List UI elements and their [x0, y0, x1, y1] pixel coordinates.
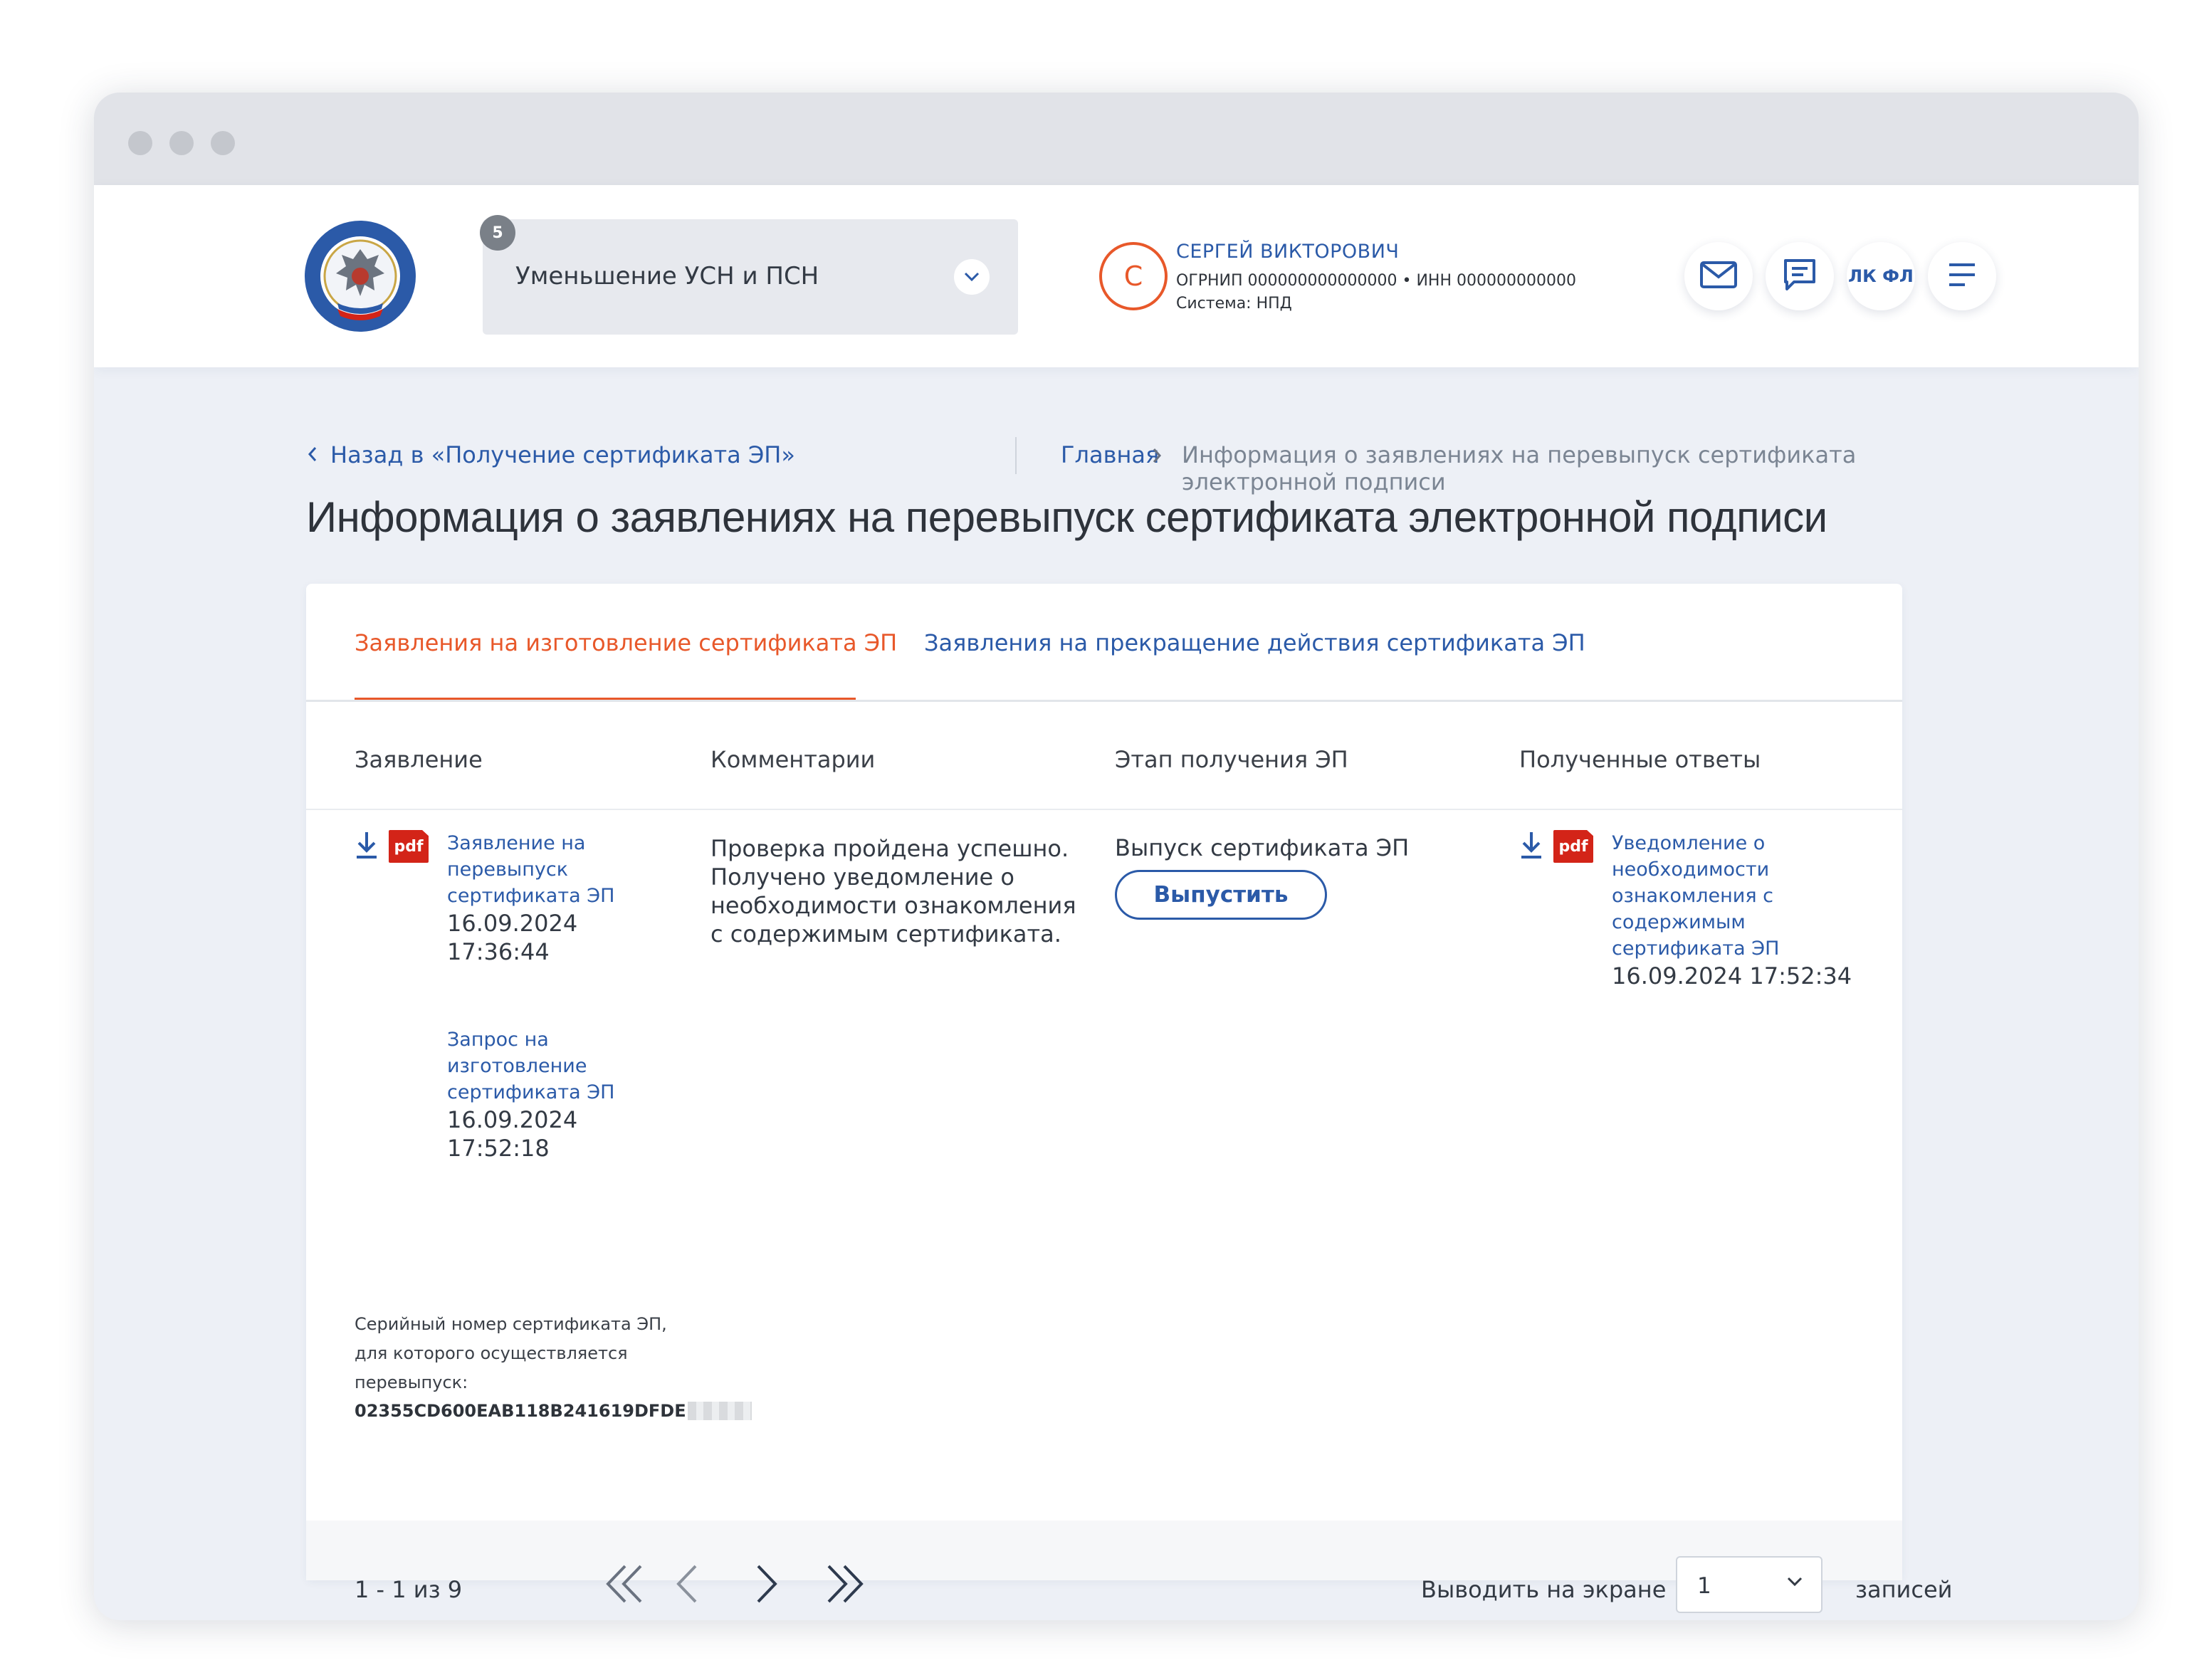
- breadcrumb-divider: [1015, 437, 1017, 474]
- pdf-icon[interactable]: pdf: [389, 830, 429, 863]
- chevron-down-icon: [1787, 1576, 1803, 1590]
- application-document-link[interactable]: Заявление на перевыпуск сертификата ЭП: [447, 830, 618, 909]
- pager-range: 1 - 1 из 9: [355, 1576, 463, 1603]
- response-document-datetime: 16.09.2024 17:52:34: [1612, 962, 1852, 989]
- user-ogrn-inn: ОГРНИП 000000000000000 • ИНН 00000000000…: [1176, 272, 1576, 290]
- redacted-mask: [687, 1402, 752, 1420]
- request-document-info: Запрос на изготовление сертификата ЭП 16…: [447, 1027, 618, 1162]
- table-header-divider: [306, 809, 1902, 810]
- chevron-right-icon: [1152, 443, 1162, 470]
- service-count-badge: 5: [480, 215, 515, 251]
- chevron-right-icon: [754, 1563, 780, 1607]
- column-header-comments: Комментарии: [710, 746, 876, 773]
- per-page-value: 1: [1697, 1573, 1711, 1599]
- pager: [306, 1521, 1902, 1580]
- serial-number-caption: Серийный номер сертификата ЭП, для котор…: [355, 1314, 667, 1392]
- download-icon[interactable]: [1519, 830, 1543, 863]
- serial-number-text: 02355CD600EAB118B241619DFDE: [355, 1401, 686, 1421]
- document-actions: pdf: [355, 830, 429, 863]
- hamburger-menu-icon: [1946, 261, 1978, 292]
- browser-titlebar: [94, 93, 2139, 185]
- stage-label: Выпуск сертификата ЭП: [1115, 834, 1410, 861]
- mail-icon: [1699, 261, 1738, 292]
- chevron-left-icon: [308, 441, 318, 468]
- back-link[interactable]: Назад в «Получение сертификата ЭП»: [308, 441, 795, 468]
- next-page-button[interactable]: [742, 1560, 792, 1610]
- fns-logo-icon[interactable]: [302, 218, 419, 335]
- tab-termination-applications[interactable]: Заявления на прекращение действия сертиф…: [924, 629, 1585, 656]
- lk-fl-button[interactable]: ЛК ФЛ: [1847, 242, 1915, 310]
- menu-button[interactable]: [1928, 242, 1996, 310]
- tab-issuance-applications[interactable]: Заявления на изготовление сертификата ЭП: [355, 629, 897, 656]
- messages-button[interactable]: [1766, 242, 1834, 310]
- column-header-application: Заявление: [355, 746, 483, 773]
- application-document-time: 17:36:44: [447, 938, 550, 965]
- lk-fl-label: ЛК ФЛ: [1848, 266, 1914, 286]
- comment-text: Проверка пройдена успешно. Получено увед…: [710, 835, 1076, 947]
- chevrons-double-left-icon: [604, 1563, 645, 1607]
- request-document-link[interactable]: Запрос на изготовление сертификата ЭП: [447, 1027, 618, 1106]
- pdf-icon[interactable]: pdf: [1553, 830, 1593, 863]
- download-icon[interactable]: [355, 830, 379, 863]
- mail-button[interactable]: [1684, 242, 1753, 310]
- user-name[interactable]: СЕРГЕЙ ВИКТОРОВИЧ: [1176, 241, 1399, 263]
- service-select-label: Уменьшение УСН и ПСН: [515, 262, 819, 290]
- records-label: записей: [1855, 1576, 1953, 1603]
- applications-card: Заявления на изготовление сертификата ЭП…: [306, 584, 1952, 1613]
- breadcrumb-home[interactable]: Главная: [1061, 441, 1159, 468]
- breadcrumb-current: Информация о заявлениях на перевыпуск се…: [1182, 441, 1857, 495]
- window-dot-minimize[interactable]: [169, 131, 194, 155]
- breadcrumb: Назад в «Получение сертификата ЭП» Главн…: [308, 437, 1945, 495]
- site-header: 5 Уменьшение УСН и ПСН С СЕРГЕЙ ВИКТОРОВ…: [94, 185, 2139, 367]
- window-dot-maximize[interactable]: [211, 131, 235, 155]
- response-document-actions: pdf: [1519, 830, 1593, 863]
- chevron-left-icon: [674, 1563, 700, 1607]
- column-header-responses: Полученные ответы: [1519, 746, 1761, 773]
- response-document-link[interactable]: Уведомление о необходимости ознакомления…: [1612, 830, 1882, 962]
- application-document-info: Заявление на перевыпуск сертификата ЭП 1…: [447, 830, 618, 966]
- first-page-button[interactable]: [599, 1560, 649, 1610]
- chevron-down-icon[interactable]: [954, 259, 990, 295]
- request-document-time: 17:52:18: [447, 1135, 550, 1162]
- user-tax-system: Система: НПД: [1176, 295, 1292, 313]
- serial-number-value: 02355CD600EAB118B241619DFDE: [355, 1401, 752, 1421]
- browser-window: 5 Уменьшение УСН и ПСН С СЕРГЕЙ ВИКТОРОВ…: [94, 93, 2139, 1620]
- page-title: Информация о заявлениях на перевыпуск се…: [306, 493, 1827, 541]
- application-document-date: 16.09.2024: [447, 910, 578, 937]
- back-link-label: Назад в «Получение сертификата ЭП»: [330, 441, 795, 468]
- issue-certificate-button[interactable]: Выпустить: [1115, 870, 1327, 920]
- tabs-divider: [306, 700, 1902, 702]
- request-document-date: 16.09.2024: [447, 1106, 578, 1133]
- last-page-button[interactable]: [820, 1560, 870, 1610]
- response-document-info: Уведомление о необходимости ознакомления…: [1612, 830, 1882, 990]
- previous-page-button[interactable]: [662, 1560, 712, 1610]
- column-header-stage: Этап получения ЭП: [1115, 746, 1348, 773]
- per-page-label: Выводить на экране: [1421, 1576, 1667, 1603]
- avatar[interactable]: С: [1099, 242, 1168, 310]
- chevrons-double-right-icon: [824, 1563, 866, 1607]
- per-page-select[interactable]: 1: [1676, 1556, 1822, 1613]
- chat-icon: [1783, 258, 1817, 295]
- service-select[interactable]: 5 Уменьшение УСН и ПСН: [480, 215, 1018, 335]
- window-dot-close[interactable]: [128, 131, 152, 155]
